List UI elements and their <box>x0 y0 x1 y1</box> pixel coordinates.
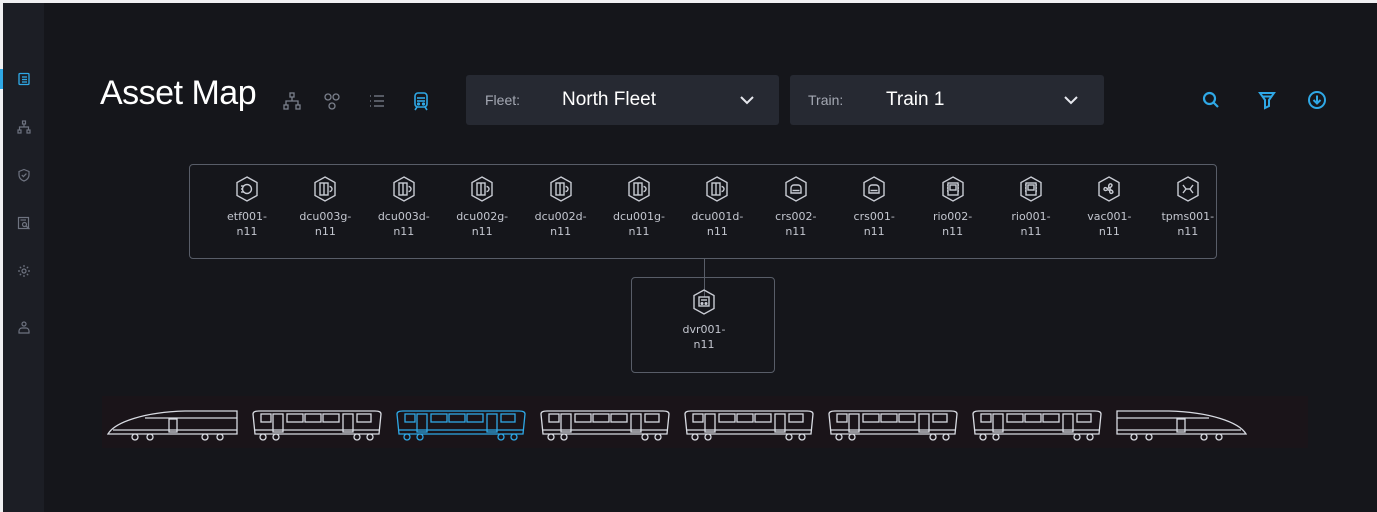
train-car-icon <box>972 410 1102 441</box>
download-button[interactable] <box>1305 88 1329 112</box>
user-icon <box>17 321 30 334</box>
download-icon <box>1308 91 1326 109</box>
seat-icon <box>863 176 885 202</box>
asset-node-vac001[interactable]: vac001- n11 <box>1077 175 1141 255</box>
door-icon <box>628 176 650 202</box>
asset-label: dcu002g- n11 <box>456 210 509 238</box>
report-search-icon <box>17 216 30 230</box>
asset-label: crs002- n11 <box>775 210 817 238</box>
asset-label: dcu001d- n11 <box>691 210 744 238</box>
sidebar-item-settings[interactable] <box>3 259 44 283</box>
list-view-icon <box>370 95 384 107</box>
asset-node-dcu001g[interactable]: dcu001g- n11 <box>607 175 671 255</box>
train-car-icon <box>828 410 958 441</box>
door-icon <box>314 176 337 202</box>
view-graph-button[interactable] <box>320 89 344 113</box>
asset-node-dvr001[interactable]: dvr001- n11 <box>672 288 736 368</box>
tpms-icon <box>1177 176 1199 202</box>
train-car[interactable] <box>825 402 961 442</box>
list-icon <box>17 72 30 86</box>
train-select[interactable]: Train: Train 1 <box>790 75 1104 125</box>
search-button[interactable] <box>1199 88 1223 112</box>
child-asset-group: dvr001- n11 <box>631 277 775 373</box>
asset-label: vac001- n11 <box>1087 210 1132 238</box>
sidebar-item-list[interactable] <box>0 67 44 91</box>
asset-node-rio001[interactable]: rio001- n11 <box>999 175 1063 255</box>
door-icon <box>393 176 415 202</box>
asset-node-dcu003g[interactable]: dcu003g- n11 <box>293 175 357 255</box>
fan-icon <box>1098 176 1121 202</box>
sidebar <box>0 3 44 512</box>
train-car-icon <box>396 410 526 441</box>
train-select-label: Train: <box>808 92 844 108</box>
train-car-icon <box>1116 410 1248 441</box>
asset-label: dcu002d- n11 <box>534 210 587 238</box>
asset-node-rio002[interactable]: rio002- n11 <box>921 175 985 255</box>
settings-icon <box>17 265 30 277</box>
train-car[interactable] <box>537 402 673 442</box>
train-car[interactable] <box>969 402 1105 442</box>
asset-label: dcu001g- n11 <box>613 210 665 238</box>
fleet-select[interactable]: Fleet: North Fleet <box>466 75 779 125</box>
asset-label: dvr001- n11 <box>682 323 726 351</box>
train-select-value: Train 1 <box>886 89 945 110</box>
train-car[interactable] <box>1113 402 1249 442</box>
train-car-icon <box>684 410 814 441</box>
sidebar-item-user[interactable] <box>3 315 44 339</box>
door-icon <box>706 176 729 202</box>
seat-icon <box>785 176 807 202</box>
asset-label: dcu003d- n11 <box>377 210 430 238</box>
view-hierarchy-button[interactable] <box>280 89 304 113</box>
train-car-icon <box>540 410 670 441</box>
filter-icon <box>1258 92 1276 110</box>
asset-node-dcu001d[interactable]: dcu001d- n11 <box>685 175 749 255</box>
train-car-selected[interactable] <box>393 402 529 442</box>
chevron-down-icon <box>740 96 754 105</box>
search-icon <box>1202 91 1219 108</box>
train-diagram <box>102 396 1308 448</box>
chip-icon <box>1020 176 1042 202</box>
sidebar-item-hierarchy[interactable] <box>3 115 44 139</box>
asset-node-etf001[interactable]: etf001- n11 <box>215 175 279 255</box>
door-icon <box>549 176 572 202</box>
asset-label: rio002- n11 <box>932 210 973 238</box>
view-list-button[interactable] <box>365 89 389 113</box>
train-car[interactable] <box>249 402 385 442</box>
sidebar-item-compliance[interactable] <box>3 163 44 187</box>
asset-label: etf001- n11 <box>227 210 267 238</box>
train-car[interactable] <box>105 402 241 442</box>
window-top-border <box>0 0 1377 3</box>
dvr-icon <box>693 289 715 315</box>
chevron-down-icon <box>1064 96 1078 105</box>
train-car-icon <box>252 410 382 441</box>
door-icon <box>471 176 493 202</box>
asset-node-dcu002g[interactable]: dcu002g- n11 <box>450 175 514 255</box>
fleet-select-value: North Fleet <box>562 89 656 110</box>
filter-button[interactable] <box>1255 88 1279 112</box>
node-graph-icon <box>324 93 340 110</box>
asset-node-dcu003d[interactable]: dcu003d- n11 <box>372 175 436 255</box>
asset-node-crs002[interactable]: crs002- n11 <box>764 175 828 255</box>
train-car-icon <box>106 410 238 441</box>
hierarchy-icon <box>283 92 301 110</box>
fleet-select-label: Fleet: <box>485 92 521 108</box>
asset-node-tpms001[interactable]: tpms001- n11 <box>1156 175 1220 255</box>
asset-label: crs001- n11 <box>853 210 895 238</box>
asset-group: etf001- n11 dcu003g- n11 dcu003d- n11 dcu00… <box>189 164 1217 259</box>
page-title: Asset Map <box>100 74 257 112</box>
asset-node-crs001[interactable]: crs001- n11 <box>842 175 906 255</box>
train-car[interactable] <box>681 402 817 442</box>
asset-node-dcu002d[interactable]: dcu002d- n11 <box>529 175 593 255</box>
view-train-button[interactable] <box>409 89 433 113</box>
sidebar-item-reports[interactable] <box>3 211 44 235</box>
asset-label: tpms001- n11 <box>1161 210 1215 238</box>
train-icon <box>414 92 428 111</box>
etf-icon <box>236 176 258 202</box>
chip-icon <box>941 176 964 202</box>
hierarchy-icon <box>16 120 31 134</box>
shield-check-icon <box>17 168 30 182</box>
asset-label: rio001- n11 <box>1011 210 1051 238</box>
asset-label: dcu003g- n11 <box>299 210 352 238</box>
